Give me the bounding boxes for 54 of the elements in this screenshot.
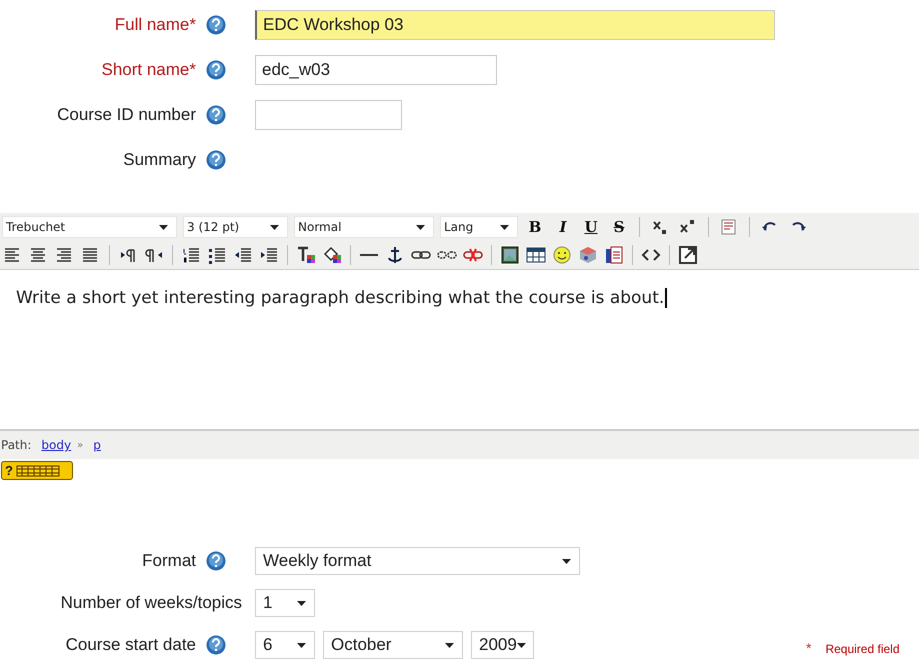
- path-label: Path:: [1, 437, 32, 454]
- path-link[interactable]: body: [41, 436, 72, 454]
- dropdown-caret-icon: [500, 224, 509, 230]
- help-icon[interactable]: [206, 104, 226, 124]
- paste-icon[interactable]: [603, 244, 625, 266]
- cube-icon[interactable]: [577, 244, 599, 266]
- toolbar-dropdown[interactable]: Lang: [440, 216, 518, 238]
- underline-button[interactable]: U: [580, 216, 602, 238]
- toolbar-dropdown[interactable]: Trebuchet: [2, 216, 177, 238]
- dropdown-caret-icon: [516, 642, 526, 648]
- select-field[interactable]: Weekly format: [255, 547, 580, 575]
- required-mark: *: [806, 639, 812, 658]
- dropdown-caret-icon: [562, 558, 571, 564]
- select-field[interactable]: 2009: [471, 631, 534, 659]
- strikethrough-button[interactable]: S: [608, 216, 630, 238]
- image-icon[interactable]: [499, 244, 521, 266]
- fullscreen-icon[interactable]: [677, 244, 699, 266]
- field-label: Summary: [123, 148, 196, 171]
- italic-button[interactable]: I: [552, 216, 574, 238]
- keyboard-icon: [16, 464, 60, 477]
- text-field[interactable]: EDC Workshop 03: [255, 10, 775, 40]
- help-icon[interactable]: [206, 150, 226, 170]
- field-label: Short name*: [102, 58, 196, 81]
- dropdown-caret-icon: [159, 224, 168, 230]
- dropdown-caret-icon: [445, 642, 454, 648]
- help-icon[interactable]: [206, 60, 226, 80]
- text-field[interactable]: [255, 100, 402, 130]
- path-link[interactable]: p: [93, 436, 101, 454]
- text-field[interactable]: edc_w03: [255, 54, 497, 84]
- bold-button[interactable]: B: [524, 216, 546, 238]
- dropdown-caret-icon: [297, 642, 306, 648]
- fill-color-icon[interactable]: [321, 244, 343, 266]
- select-field[interactable]: 1: [255, 589, 315, 617]
- smiley-icon[interactable]: [551, 244, 573, 266]
- field-label: Number of weeks/topics: [60, 592, 242, 614]
- required-field-note: Required field: [825, 640, 900, 658]
- dropdown-caret-icon: [270, 224, 279, 230]
- editor-text: Write a short yet interesting paragraph describing what the course is about.: [16, 288, 668, 308]
- field-label: Format: [142, 550, 196, 572]
- dropdown-caret-icon: [416, 224, 425, 230]
- help-icon[interactable]: [206, 635, 226, 655]
- path-separator: »: [77, 438, 84, 452]
- help-icon[interactable]: [206, 551, 226, 571]
- toolbar-dropdown[interactable]: 3 (12 pt): [183, 216, 288, 238]
- text-color-icon[interactable]: [295, 244, 317, 266]
- help-icon[interactable]: [206, 14, 226, 34]
- select-field[interactable]: 6: [255, 631, 315, 659]
- toolbar-dropdown[interactable]: Normal: [294, 216, 434, 238]
- keyboard-shortcuts-badge[interactable]: ?: [1, 461, 73, 480]
- field-label: Full name*: [114, 14, 196, 36]
- field-label: Course start date: [66, 634, 196, 656]
- select-field[interactable]: October: [323, 631, 463, 659]
- field-label: Course ID number: [57, 104, 196, 126]
- dropdown-caret-icon: [297, 600, 306, 606]
